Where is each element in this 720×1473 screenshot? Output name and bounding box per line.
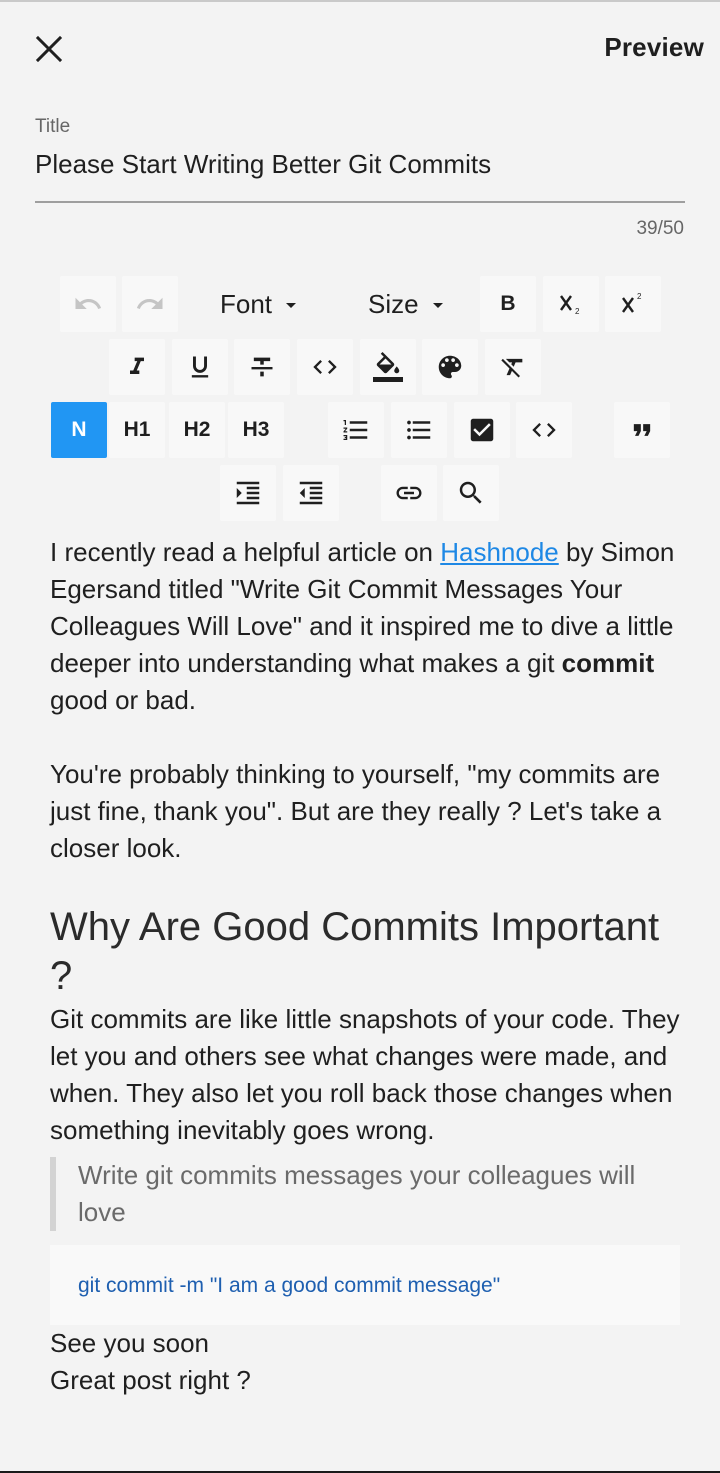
underline-icon	[191, 356, 209, 378]
heading3-button[interactable]: H3	[228, 402, 284, 458]
title-character-counter: 39/50	[636, 218, 684, 239]
underline-button[interactable]	[172, 339, 228, 395]
app-bar: Preview	[0, 2, 720, 98]
font-dropdown[interactable]: Font	[220, 276, 297, 332]
hashnode-link[interactable]: Hashnode	[440, 537, 559, 567]
paragraph-text: I recently read a helpful article on	[50, 537, 441, 567]
title-label: Title	[35, 116, 71, 137]
italic-button[interactable]	[109, 339, 165, 395]
size-dropdown[interactable]: Size	[368, 276, 443, 332]
heading2-button[interactable]: H2	[169, 402, 225, 458]
indent-increase-icon	[236, 481, 260, 505]
link-button[interactable]	[381, 465, 437, 521]
normal-style-button[interactable]: N	[51, 402, 107, 458]
indent-decrease-button[interactable]	[283, 465, 339, 521]
redo-icon	[136, 297, 163, 309]
subscript-icon: 2	[560, 295, 580, 316]
palette-icon	[438, 355, 462, 379]
subscript-button[interactable]: 2	[543, 276, 599, 332]
title-input[interactable]	[35, 146, 685, 182]
bold-button[interactable]: B	[480, 276, 536, 332]
font-dropdown-label: Font	[220, 288, 273, 319]
search-button[interactable]	[443, 465, 499, 521]
background-color-button[interactable]	[360, 339, 416, 395]
strikethrough-button[interactable]	[234, 339, 290, 395]
preview-button[interactable]: Preview	[604, 32, 704, 63]
code-text: git commit -m "I am a good commit messag…	[78, 1273, 501, 1297]
numbered-list-icon	[343, 420, 368, 440]
heading1-label: H1	[123, 418, 151, 441]
code-block-button[interactable]	[516, 402, 572, 458]
chevron-down-icon	[432, 302, 443, 308]
bold-text: commit	[561, 648, 655, 678]
indent-increase-button[interactable]	[220, 465, 276, 521]
close-icon	[35, 35, 63, 63]
undo-icon	[75, 297, 102, 309]
svg-text:2: 2	[637, 292, 642, 301]
inline-code-button[interactable]	[297, 339, 353, 395]
bullet-list-icon	[407, 420, 431, 440]
superscript-button[interactable]: 2	[605, 276, 661, 332]
blockquote: Write git commits messages your colleagu…	[50, 1157, 680, 1231]
editor-content[interactable]: I recently read a helpful article on Has…	[50, 534, 680, 1399]
italic-icon	[130, 357, 144, 374]
heading1-button[interactable]: H1	[109, 402, 165, 458]
strikethrough-icon	[251, 357, 273, 377]
code-icon	[313, 360, 337, 374]
quote-button[interactable]	[614, 402, 670, 458]
paragraph: Git commits are like little snapshots of…	[50, 1004, 680, 1145]
heading2-label: H2	[183, 418, 211, 441]
paragraph: Great post right ?	[50, 1365, 251, 1395]
search-icon	[459, 481, 482, 504]
close-button[interactable]	[28, 28, 70, 70]
format-clear-icon	[501, 358, 523, 378]
undo-button[interactable]	[60, 276, 116, 332]
paragraph: See you soon	[50, 1328, 210, 1358]
text-color-button[interactable]	[422, 339, 478, 395]
title-field: Title	[35, 116, 685, 182]
fill-color-icon	[373, 352, 403, 382]
clear-format-button[interactable]	[485, 339, 541, 395]
numbered-list-button[interactable]	[328, 402, 384, 458]
indent-decrease-icon	[299, 481, 323, 505]
heading: Why Are Good Commits Important ?	[50, 905, 660, 998]
bullet-list-button[interactable]	[391, 402, 447, 458]
quote-icon	[633, 424, 651, 436]
size-dropdown-label: Size	[368, 288, 419, 319]
code-icon	[532, 423, 556, 437]
paragraph: I recently read a helpful article on Has…	[50, 534, 680, 719]
normal-style-label: N	[71, 418, 87, 441]
chevron-down-icon	[286, 302, 297, 308]
redo-button[interactable]	[122, 276, 178, 332]
checkbox-icon	[470, 418, 494, 442]
paragraph: You're probably thinking to yourself, "m…	[50, 759, 662, 863]
superscript-icon: 2	[622, 292, 642, 313]
svg-text:2: 2	[575, 307, 580, 316]
checklist-button[interactable]	[454, 402, 510, 458]
bold-icon: B	[500, 292, 516, 315]
heading3-label: H3	[242, 418, 270, 441]
link-icon	[396, 486, 422, 500]
paragraph-text: good or bad.	[50, 685, 197, 715]
code-block: git commit -m "I am a good commit messag…	[50, 1245, 680, 1325]
title-underline	[35, 201, 685, 203]
